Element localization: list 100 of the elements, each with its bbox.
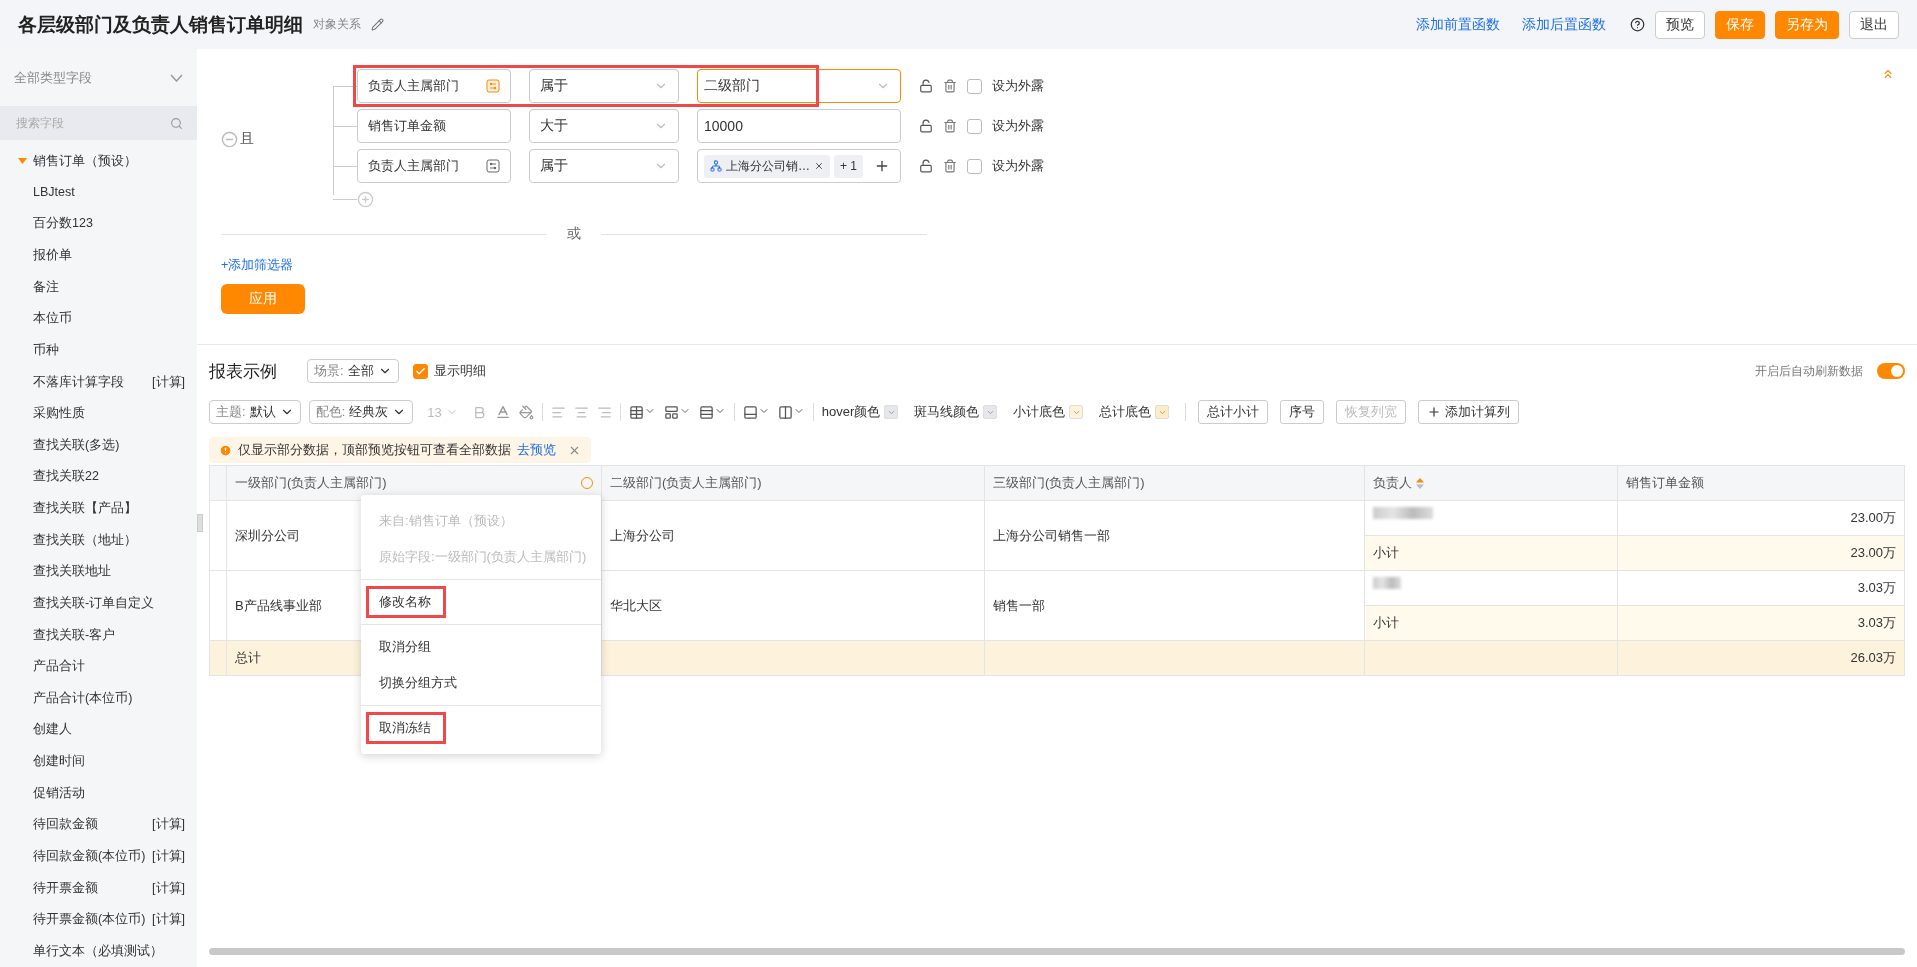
column-header[interactable]: 二级部门(负责人主属部门): [601, 465, 985, 501]
field-item[interactable]: 查找关联-客户: [0, 619, 197, 651]
amount-cell: 3.03万: [1617, 570, 1905, 606]
expose-checkbox[interactable]: [967, 118, 982, 134]
filter-picker-icon[interactable]: [486, 159, 500, 173]
column-header[interactable]: 负责人: [1364, 465, 1618, 501]
field-item[interactable]: 创建人: [0, 714, 197, 746]
header-layout-icon[interactable]: [663, 404, 691, 420]
field-item[interactable]: 待回款金额 [计算]: [0, 809, 197, 841]
theme-select[interactable]: 主题: 默认: [209, 400, 301, 424]
column-header[interactable]: 三级部门(负责人主属部门): [984, 465, 1365, 501]
field-item[interactable]: 查找关联（地址）: [0, 524, 197, 557]
value-input[interactable]: 10000: [697, 109, 901, 143]
expose-label: 设为外露: [992, 77, 1044, 95]
column-width-icon[interactable]: [777, 404, 805, 420]
operator-select[interactable]: 属于: [529, 149, 679, 183]
header-button[interactable]: 预览: [1655, 10, 1705, 39]
table-icon[interactable]: [628, 404, 656, 420]
field-item[interactable]: 不落库计算字段 [计算]: [0, 366, 197, 398]
column-header[interactable]: 销售订单金额: [1617, 465, 1905, 501]
field-item[interactable]: 采购性质: [0, 397, 197, 430]
operator-select[interactable]: 大于: [529, 109, 679, 143]
field-item[interactable]: 查找关联地址: [0, 556, 197, 588]
lock-icon[interactable]: [919, 119, 933, 133]
function-link[interactable]: 添加后置函数: [1522, 15, 1606, 34]
tree-group[interactable]: 销售订单（预设）: [0, 144, 197, 177]
remove-icon[interactable]: [814, 161, 824, 171]
filter-picker-icon[interactable]: [486, 79, 500, 93]
pencil-icon[interactable]: [371, 18, 384, 31]
trash-icon[interactable]: [943, 159, 957, 173]
align-right-icon[interactable]: [596, 404, 612, 420]
expose-label: 设为外露: [992, 157, 1044, 175]
menu-item[interactable]: 取消冻结: [361, 710, 601, 746]
field-select[interactable]: 负责人主属部门: [357, 149, 511, 183]
expose-checkbox[interactable]: [967, 78, 982, 94]
scene-select[interactable]: 场景: 全部: [307, 359, 399, 383]
sidebar-handle[interactable]: [197, 514, 203, 532]
collapse-icon[interactable]: [1881, 67, 1895, 81]
function-link[interactable]: 添加前置函数: [1416, 15, 1500, 34]
toolbar-button[interactable]: 添加计算列: [1418, 400, 1520, 424]
text-color-icon[interactable]: [494, 404, 511, 420]
field-item[interactable]: 备注: [0, 271, 197, 304]
field-item[interactable]: 币种: [0, 334, 197, 367]
field-item[interactable]: 本位币: [0, 303, 197, 335]
add-condition-icon[interactable]: [357, 190, 374, 208]
plus-icon[interactable]: [874, 158, 890, 174]
toolbar-button[interactable]: 总计小计: [1198, 400, 1269, 424]
field-item[interactable]: 促销活动: [0, 777, 197, 810]
field-item[interactable]: 报价单: [0, 239, 197, 272]
field-item[interactable]: 百分数123: [0, 208, 197, 240]
field-item[interactable]: 待开票金额 [计算]: [0, 872, 197, 904]
row-height-icon[interactable]: [742, 404, 770, 420]
field-select[interactable]: 销售订单金额: [357, 109, 511, 143]
field-item[interactable]: 待开票金额(本位币) [计算]: [0, 903, 197, 936]
lock-icon[interactable]: [919, 79, 933, 93]
search-field[interactable]: 搜索字段: [0, 106, 197, 140]
help-icon[interactable]: [1630, 17, 1645, 32]
field-item[interactable]: 待回款金额(本位币) [计算]: [0, 840, 197, 873]
minus-circle-icon[interactable]: [221, 130, 238, 148]
value-tag-field[interactable]: 上海分公司销… + 1: [697, 149, 901, 183]
color-swatch[interactable]: [1069, 405, 1084, 419]
show-detail-checkbox[interactable]: [412, 363, 428, 379]
field-item[interactable]: 创建时间: [0, 745, 197, 778]
field-item[interactable]: 产品合计: [0, 650, 197, 683]
rows-icon[interactable]: [698, 404, 726, 420]
field-select[interactable]: 负责人主属部门: [357, 69, 511, 103]
more-count[interactable]: + 1: [834, 154, 863, 178]
field-item[interactable]: 单行文本（必填测试）: [0, 935, 197, 967]
preview-link[interactable]: 去预览: [517, 441, 556, 459]
table-cell: 上海分公司: [601, 500, 985, 571]
color-swatch[interactable]: [1155, 405, 1170, 419]
expose-checkbox[interactable]: [967, 158, 982, 174]
menu-item[interactable]: 修改名称: [361, 584, 601, 620]
field-item[interactable]: 查找关联【产品】: [0, 492, 197, 525]
search-input[interactable]: 搜索字段: [14, 115, 170, 132]
lock-icon[interactable]: [919, 159, 933, 173]
field-item[interactable]: 产品合计(本位币): [0, 682, 197, 715]
color-swatch[interactable]: [983, 405, 998, 419]
fill-color-icon[interactable]: [518, 404, 534, 420]
auto-refresh-toggle[interactable]: [1877, 363, 1905, 379]
header-button[interactable]: 退出: [1849, 10, 1899, 39]
operator-select[interactable]: 属于: [529, 69, 679, 103]
value-select[interactable]: 二级部门: [697, 69, 901, 103]
field-item[interactable]: 查找关联-订单自定义: [0, 587, 197, 620]
palette-select[interactable]: 配色: 经典灰: [308, 400, 414, 424]
table-cell: 销售一部: [984, 570, 1365, 641]
scrollbar[interactable]: [209, 948, 1905, 955]
trash-icon[interactable]: [943, 79, 957, 93]
trash-icon[interactable]: [943, 119, 957, 133]
field-item[interactable]: 查找关联(多选): [0, 429, 197, 462]
add-filter-link[interactable]: +添加筛选器: [221, 257, 1893, 274]
align-center-icon[interactable]: [573, 404, 589, 420]
align-left-icon[interactable]: [550, 404, 566, 420]
search-icon[interactable]: [170, 116, 183, 130]
field-item[interactable]: LBJtest: [0, 176, 197, 209]
toolbar-button[interactable]: 序号: [1280, 400, 1325, 424]
field-item[interactable]: 查找关联22: [0, 461, 197, 493]
color-swatch[interactable]: [884, 405, 899, 419]
sort-icon[interactable]: [1416, 477, 1424, 489]
department-tag[interactable]: 上海分公司销…: [704, 154, 830, 178]
